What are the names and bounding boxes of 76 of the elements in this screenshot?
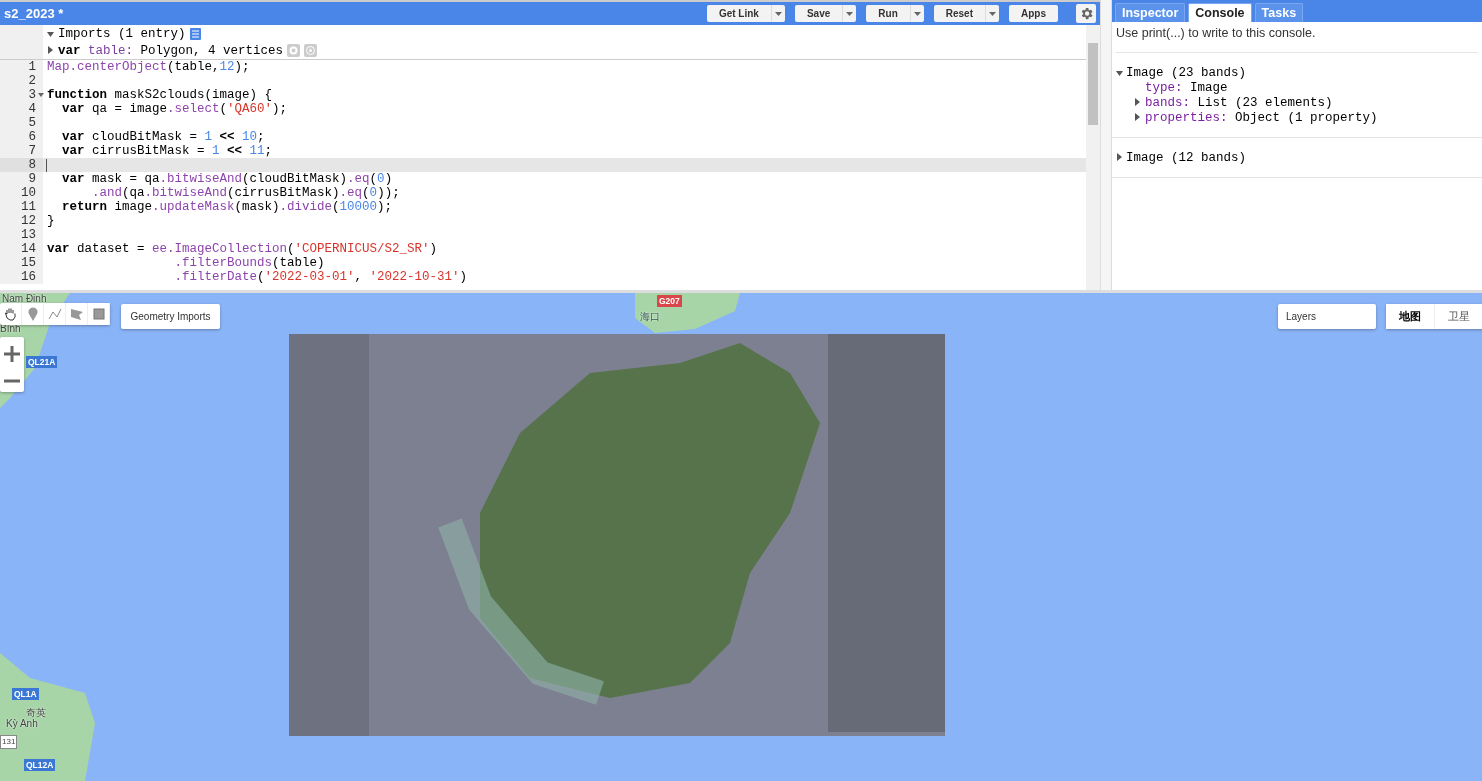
caret-icon (989, 11, 996, 16)
code-line: .filterDate('2022-03-01', '2022-10-31') (173, 270, 468, 284)
caret-icon (846, 11, 854, 16)
dropdown-button[interactable] (909, 5, 924, 22)
line-number: 8 (0, 158, 43, 172)
console-hint: Use print(...) to write to this console. (1116, 26, 1478, 53)
line-number: 11 (0, 200, 43, 214)
line-number: 16 (0, 270, 43, 284)
toolbar-button[interactable]: Reset (933, 5, 999, 22)
map-type-button[interactable]: 地图 (1386, 304, 1435, 329)
console-entry[interactable]: Image (23 bands) (1126, 65, 1247, 80)
line-number: 10 (0, 186, 43, 200)
dropdown-button[interactable] (770, 5, 785, 22)
script-title: s2_2023 * (4, 6, 65, 21)
line-number: 13 (0, 228, 43, 242)
line-number: 12 (0, 214, 43, 228)
caret-icon (774, 11, 782, 16)
toolbar-button[interactable]: Run (866, 5, 924, 22)
map-view[interactable]: Nam Định Bình QL21A G207 海口 QL1A 奇英 Kỳ Anh 131 QL12A Geometry Imports Layers 地图 卫星 (0, 293, 1482, 781)
toolbar-button[interactable]: Get Link (706, 5, 785, 22)
map-label: 奇英 (26, 707, 46, 719)
code-line: .and(qa.bitwiseAnd(cirrusBitMask).eq(0)); (91, 186, 400, 200)
code-line: } (46, 214, 55, 228)
line-number: 15 (0, 256, 43, 270)
code-line: return image.updateMask(mask).divide(10000); (61, 200, 393, 214)
expand-arrow-icon[interactable] (1116, 70, 1123, 76)
code-line: var dataset = ee.ImageCollection('COPERNICUS/S2_SR') (46, 242, 438, 256)
scrollbar[interactable] (1086, 25, 1100, 290)
line-number: 2 (0, 74, 43, 88)
map-label: Bình (0, 323, 21, 335)
map-label: 131 (0, 735, 18, 749)
code-line: var cirrusBitMask = 1 << 11; (61, 144, 273, 158)
line-number: 14 (0, 242, 43, 256)
layers-button[interactable]: Layers (1278, 304, 1376, 329)
line-number: 9 (0, 172, 43, 186)
map-label: QL1A (12, 688, 39, 700)
import-entry[interactable]: var table: Polygon, 4 vertices (58, 43, 284, 58)
line-number: 3 (0, 88, 43, 102)
imports-header: Imports (1 entry) (58, 26, 186, 41)
settings-icon[interactable] (1076, 4, 1096, 23)
expand-arrow-icon[interactable] (47, 31, 54, 37)
code-line: var qa = image.select('QA60'); (61, 102, 288, 116)
map-label: Nam Định (2, 293, 47, 305)
caret-icon (913, 11, 921, 16)
geometry-imports-button[interactable]: Geometry Imports (121, 304, 220, 329)
line-gutter (0, 25, 43, 59)
toolbar-button[interactable]: Save (794, 5, 857, 22)
zoom-in-icon[interactable] (4, 345, 20, 362)
line-number: 7 (0, 144, 43, 158)
toolbar-button[interactable]: Apps (1009, 5, 1058, 22)
line-number: 6 (0, 130, 43, 144)
line-number: 1 (0, 60, 43, 74)
expand-arrow-icon[interactable] (1116, 152, 1123, 161)
property-row: bands: List (23 elements) (1145, 95, 1333, 110)
code-line: .filterBounds(table) (173, 256, 325, 270)
fold-arrow-icon[interactable] (38, 93, 44, 97)
map-type-button[interactable]: 卫星 (1435, 304, 1482, 329)
map-label: QL21A (26, 356, 58, 368)
code-line: Map.centerObject(table,12); (46, 60, 250, 74)
map-label: G207 (657, 295, 682, 307)
code-line: var cloudBitMask = 1 << 10; (61, 130, 265, 144)
code-line: var mask = qa.bitwiseAnd(cloudBitMask).eq(0) (61, 172, 393, 186)
zoom-out-icon[interactable] (4, 379, 20, 384)
line-number: 4 (0, 102, 43, 116)
map-label: 海口 (640, 311, 660, 323)
map-label: QL12A (24, 759, 56, 771)
property-row: properties: Object (1 property) (1145, 110, 1378, 125)
map-label: Kỳ Anh (6, 718, 38, 730)
property-row: type: Image (1145, 80, 1228, 95)
code-line: function maskS2clouds(image) { (46, 88, 273, 102)
document-icon[interactable] (189, 27, 201, 40)
line-number: 5 (0, 116, 43, 130)
text-cursor (46, 158, 47, 172)
panel-tab[interactable]: Console (1188, 3, 1252, 22)
console-entry[interactable]: Image (12 bands) (1126, 150, 1247, 165)
dropdown-button[interactable] (985, 5, 999, 22)
